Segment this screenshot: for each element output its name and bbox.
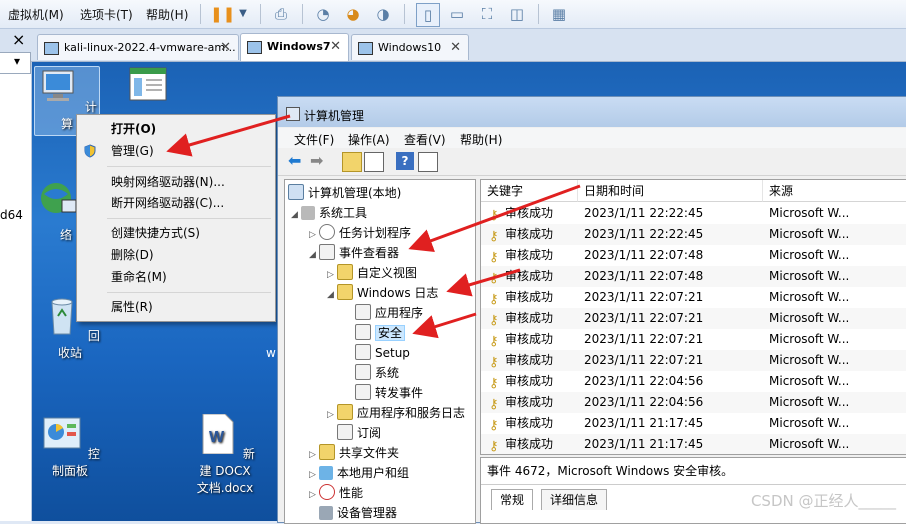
arrow-to-security	[412, 312, 477, 339]
arrow-to-windows-logs	[446, 268, 521, 297]
annotation-arrows	[166, 114, 581, 339]
watermark: CSDN @正经人_____	[750, 492, 896, 510]
arrow-to-event-viewer	[408, 184, 581, 253]
arrow-to-manage	[166, 114, 291, 157]
